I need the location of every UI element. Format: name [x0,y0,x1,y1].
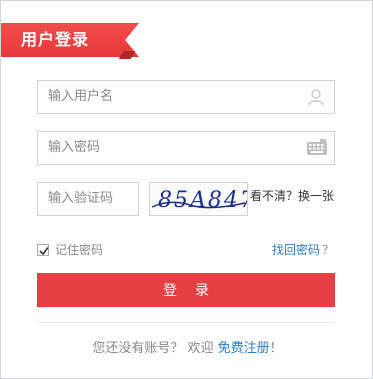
register-suffix: ！ [269,341,283,356]
forgot-suffix: ？ [321,243,334,257]
ribbon-fold [118,51,136,59]
check-icon [39,246,49,255]
register-prompt-text: 您还没有账号？ 欢迎 [92,341,214,356]
user-icon [306,87,326,107]
page-title: 用户登录 [21,30,90,49]
password-input[interactable] [38,132,298,164]
forgot-label: 找回密码 [271,243,320,257]
keyboard-icon[interactable] [306,138,327,158]
password-field[interactable] [37,131,335,165]
forgot-password-link[interactable]: 找回密码？ [272,241,334,258]
title-ribbon: 用户登录 [1,23,139,57]
register-link[interactable]: 免费注册 [218,341,270,356]
remember-checkbox[interactable] [37,243,49,256]
remember-password[interactable]: 记住密码 [37,241,103,258]
captcha-text: 85A847 [158,188,247,213]
captcha-input[interactable] [38,183,138,215]
register-prompt: 您还没有账号？ 欢迎 免费注册！ [1,337,373,356]
username-field[interactable] [37,80,335,114]
divider [37,322,335,323]
captcha-field[interactable] [37,182,139,216]
login-button[interactable]: 登录 [37,273,335,307]
remember-label: 记住密码 [55,243,104,257]
username-input[interactable] [38,81,298,113]
refresh-captcha-link[interactable]: 看不清？换一张 [250,187,334,204]
captcha-image[interactable]: 85A847 [149,182,254,216]
login-panel: 用户登录 输入用户名 输入验证码 85A847 看不清？换一张 记住密码 找回密… [0,0,373,379]
